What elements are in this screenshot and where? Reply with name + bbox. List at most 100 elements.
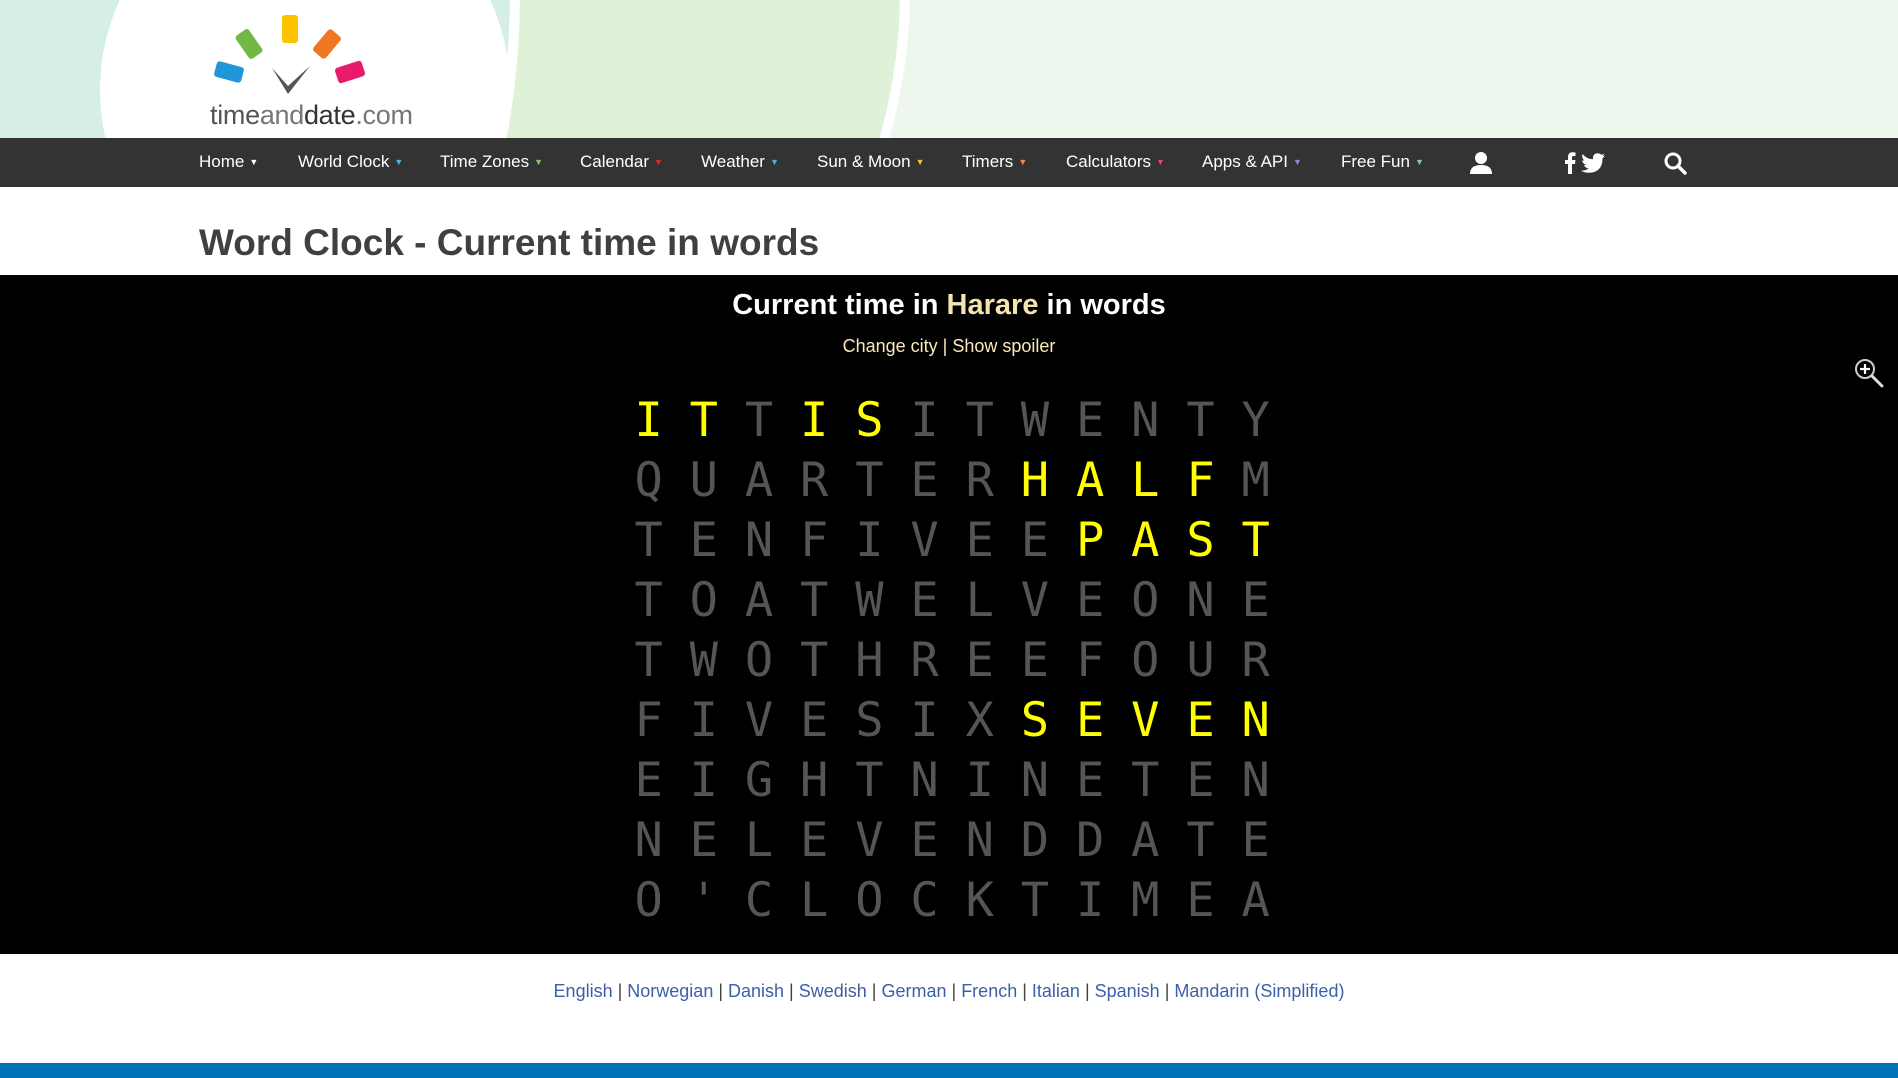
site-logo[interactable]: timeanddate.com xyxy=(210,10,430,130)
city-name: Harare xyxy=(946,289,1039,321)
grid-letter: C xyxy=(744,873,774,928)
grid-letter: N xyxy=(1186,573,1215,628)
grid-letter: E xyxy=(1241,813,1270,868)
show-spoiler-link[interactable]: Show spoiler xyxy=(952,336,1055,356)
grid-letter: E xyxy=(634,753,663,808)
nav-item-world-clock[interactable]: World Clock ▼ xyxy=(298,138,403,187)
caret-down-icon: ▼ xyxy=(1018,157,1028,167)
nav-item-calendar[interactable]: Calendar ▼ xyxy=(580,138,663,187)
grid-letter: E xyxy=(800,693,829,748)
nav-item-sun-moon[interactable]: Sun & Moon ▼ xyxy=(817,138,924,187)
grid-letter: T xyxy=(744,393,774,448)
nav-item-weather[interactable]: Weather ▼ xyxy=(701,138,779,187)
grid-letter: E xyxy=(910,813,939,868)
link-separator: | xyxy=(1022,981,1027,1001)
grid-row: TENFIVEEPAST xyxy=(621,511,1283,571)
main-nav: Home ▼ World Clock ▼ Time Zones ▼ Calendar ▼… xyxy=(0,138,1898,187)
grid-row: ITTISITWENTY xyxy=(621,391,1283,451)
grid-letter: N xyxy=(965,813,994,868)
nav-item-time-zones[interactable]: Time Zones ▼ xyxy=(440,138,543,187)
grid-letter: C xyxy=(910,873,939,928)
link-separator: | xyxy=(789,981,794,1001)
nav-item-calculators[interactable]: Calculators ▼ xyxy=(1066,138,1165,187)
clock-links: Change city | Show spoiler xyxy=(0,336,1898,357)
grid-letter: E xyxy=(1020,513,1050,568)
grid-letter: I xyxy=(689,693,718,748)
grid-letter: N xyxy=(910,753,939,808)
grid-letter: E xyxy=(965,633,994,688)
grid-letter: H xyxy=(855,633,884,688)
grid-letter: X xyxy=(965,693,994,748)
search-button[interactable] xyxy=(1660,138,1690,187)
nav-item-timers[interactable]: Timers ▼ xyxy=(962,138,1027,187)
logo-wordmark: timeanddate.com xyxy=(210,100,413,130)
language-link-italian[interactable]: Italian xyxy=(1032,981,1080,1001)
grid-letter-lit: T xyxy=(689,393,718,448)
grid-letter-lit: I xyxy=(634,393,663,448)
grid-letter: I xyxy=(1075,873,1105,928)
grid-letter: V xyxy=(744,693,774,748)
grid-letter-lit: S xyxy=(1186,513,1215,568)
user-icon xyxy=(1470,151,1492,174)
grid-letter: F xyxy=(1075,633,1105,688)
grid-letter: W xyxy=(689,633,718,688)
grid-row: NELEVENDDATE xyxy=(621,811,1283,871)
grid-letter: T xyxy=(634,573,663,628)
facebook-icon xyxy=(1565,151,1576,174)
nav-item-home[interactable]: Home ▼ xyxy=(199,138,258,187)
grid-row: EIGHTNINETEN xyxy=(621,751,1283,811)
grid-letter-lit: E xyxy=(1075,693,1105,748)
grid-letter-lit: P xyxy=(1075,513,1105,568)
grid-row: FIVESIXSEVEN xyxy=(621,691,1283,751)
nav-item-apps-api[interactable]: Apps & API ▼ xyxy=(1202,138,1302,187)
caret-down-icon: ▼ xyxy=(1414,157,1424,167)
language-links: English | Norwegian | Danish | Swedish | German |… xyxy=(0,981,1898,1002)
language-link-danish[interactable]: Danish xyxy=(728,981,784,1001)
grid-letter: T xyxy=(1186,393,1215,448)
letter-grid: ITTISITWENTYQUARTERHALFMTENFIVEEPASTTOAT… xyxy=(621,391,1283,931)
grid-letter: F xyxy=(634,693,663,748)
grid-letter: T xyxy=(1186,813,1215,868)
grid-letter: L xyxy=(800,873,829,928)
search-icon xyxy=(1664,152,1687,175)
grid-letter: T xyxy=(634,513,663,568)
grid-letter: O xyxy=(744,633,774,688)
language-link-french[interactable]: French xyxy=(961,981,1017,1001)
grid-letter: E xyxy=(1075,393,1105,448)
grid-letter: Y xyxy=(1241,393,1270,448)
grid-letter: K xyxy=(965,873,994,928)
grid-letter: V xyxy=(1020,573,1050,628)
language-link-english[interactable]: English xyxy=(554,981,613,1001)
account-button[interactable] xyxy=(1466,138,1496,187)
grid-letter-lit: F xyxy=(1186,453,1215,508)
grid-letter: S xyxy=(855,693,884,748)
twitter-link[interactable] xyxy=(1580,138,1606,187)
language-link-german[interactable]: German xyxy=(881,981,946,1001)
grid-letter: T xyxy=(965,393,994,448)
grid-letter: A xyxy=(1131,813,1160,868)
page-title: Word Clock - Current time in words xyxy=(199,222,820,263)
language-link-norwegian[interactable]: Norwegian xyxy=(627,981,713,1001)
language-link-mandarin-simplified[interactable]: Mandarin (Simplified) xyxy=(1174,981,1344,1001)
fullscreen-zoom-button[interactable] xyxy=(1853,357,1885,389)
grid-letter: W xyxy=(855,573,884,628)
nav-item-free-fun[interactable]: Free Fun ▼ xyxy=(1341,138,1424,187)
grid-letter-lit: E xyxy=(1186,693,1215,748)
language-link-swedish[interactable]: Swedish xyxy=(799,981,867,1001)
grid-letter: A xyxy=(744,453,774,508)
caret-down-icon: ▼ xyxy=(394,157,404,167)
grid-letter-lit: A xyxy=(1131,513,1160,568)
grid-letter: E xyxy=(965,513,994,568)
caret-down-icon: ▼ xyxy=(249,157,259,167)
facebook-link[interactable] xyxy=(1561,138,1579,187)
grid-row: O ' C L O C K T I M E A xyxy=(621,871,1283,931)
grid-letter: T xyxy=(855,453,884,508)
grid-letter: I xyxy=(689,753,718,808)
grid-letter: I xyxy=(965,753,994,808)
grid-letter: G xyxy=(744,753,774,808)
link-separator: | xyxy=(718,981,724,1001)
language-link-spanish[interactable]: Spanish xyxy=(1095,981,1160,1001)
change-city-link[interactable]: Change city xyxy=(843,336,938,356)
word-clock-panel: Current time in Harare in words Change c… xyxy=(0,275,1898,954)
link-separator: | xyxy=(951,981,957,1001)
